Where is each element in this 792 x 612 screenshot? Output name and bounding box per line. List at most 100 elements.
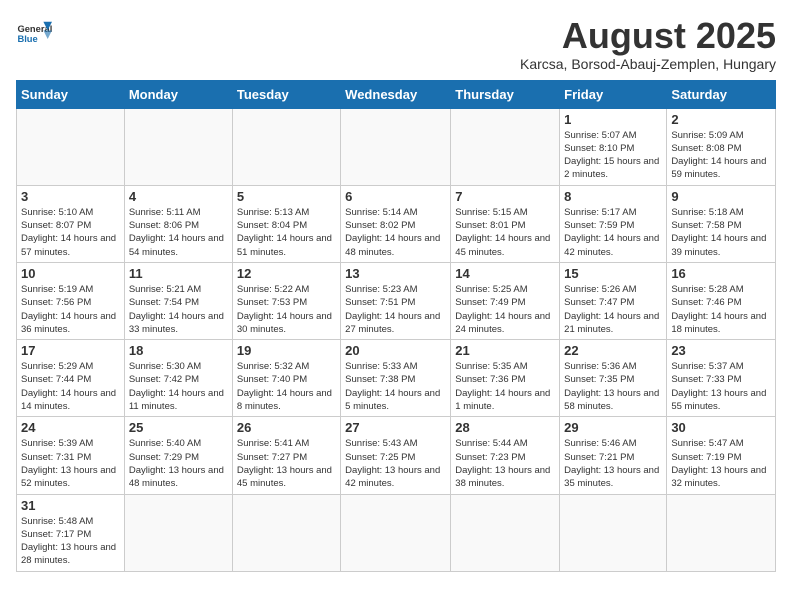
calendar-cell: 28Sunrise: 5:44 AM Sunset: 7:23 PM Dayli… — [451, 417, 560, 494]
day-info: Sunrise: 5:21 AM Sunset: 7:54 PM Dayligh… — [129, 283, 228, 336]
day-number: 23 — [671, 343, 771, 358]
calendar-cell: 31 Sunrise: 5:48 AM Sunset: 7:17 PM Dayli… — [17, 494, 125, 571]
day-number: 17 — [21, 343, 120, 358]
day-number: 25 — [129, 420, 228, 435]
day-info: Sunrise: 5:37 AM Sunset: 7:33 PM Dayligh… — [671, 360, 771, 413]
day-number: 31 — [21, 498, 120, 513]
calendar-cell: 12 Sunrise: 5:22 AM Sunset: 7:53 PM Dayli… — [232, 262, 340, 339]
day-number: 19 — [237, 343, 336, 358]
day-number: 1 — [564, 112, 662, 127]
calendar-cell: 16 Sunrise: 5:28 AM Sunset: 7:46 PM Dayli… — [667, 262, 776, 339]
calendar-cell: 25 Sunrise: 5:40 AM Sunset: 7:29 PM Dayli… — [124, 417, 232, 494]
logo: General Blue — [16, 16, 52, 52]
day-header-monday: Monday — [124, 80, 232, 108]
calendar-cell: 21Sunrise: 5:35 AM Sunset: 7:36 PM Dayli… — [451, 340, 560, 417]
calendar-cell — [17, 108, 125, 185]
calendar-cell: 6Sunrise: 5:14 AM Sunset: 8:02 PM Daylig… — [341, 185, 451, 262]
day-info: Sunrise: 5:30 AM Sunset: 7:42 PM Dayligh… — [129, 360, 228, 413]
calendar-week-1: 1 Sunrise: 5:07 AM Sunset: 8:10 PM Daylig… — [17, 108, 776, 185]
day-info: Sunrise: 5:29 AM Sunset: 7:44 PM Dayligh… — [21, 360, 120, 413]
day-info: Sunrise: 5:28 AM Sunset: 7:46 PM Dayligh… — [671, 283, 771, 336]
svg-text:Blue: Blue — [17, 34, 37, 44]
calendar-week-5: 24Sunrise: 5:39 AM Sunset: 7:31 PM Dayli… — [17, 417, 776, 494]
month-title: August 2025 — [520, 16, 776, 56]
day-number: 15 — [564, 266, 662, 281]
day-number: 28 — [455, 420, 555, 435]
calendar-cell — [232, 108, 340, 185]
day-header-sunday: Sunday — [17, 80, 125, 108]
calendar-cell — [451, 494, 560, 571]
calendar-cell: 5 Sunrise: 5:13 AM Sunset: 8:04 PM Daylig… — [232, 185, 340, 262]
calendar-cell: 11 Sunrise: 5:21 AM Sunset: 7:54 PM Dayli… — [124, 262, 232, 339]
calendar-cell: 1 Sunrise: 5:07 AM Sunset: 8:10 PM Daylig… — [560, 108, 667, 185]
day-info: Sunrise: 5:40 AM Sunset: 7:29 PM Dayligh… — [129, 437, 228, 490]
calendar-cell — [232, 494, 340, 571]
calendar-header-row: SundayMondayTuesdayWednesdayThursdayFrid… — [17, 80, 776, 108]
calendar-cell: 9 Sunrise: 5:18 AM Sunset: 7:58 PM Daylig… — [667, 185, 776, 262]
day-info: Sunrise: 5:17 AM Sunset: 7:59 PM Dayligh… — [564, 206, 662, 259]
calendar-cell: 7 Sunrise: 5:15 AM Sunset: 8:01 PM Daylig… — [451, 185, 560, 262]
calendar-cell: 3 Sunrise: 5:10 AM Sunset: 8:07 PM Daylig… — [17, 185, 125, 262]
calendar-week-6: 31 Sunrise: 5:48 AM Sunset: 7:17 PM Dayli… — [17, 494, 776, 571]
day-number: 12 — [237, 266, 336, 281]
day-info: Sunrise: 5:46 AM Sunset: 7:21 PM Dayligh… — [564, 437, 662, 490]
day-info: Sunrise: 5:11 AM Sunset: 8:06 PM Dayligh… — [129, 206, 228, 259]
day-info: Sunrise: 5:07 AM Sunset: 8:10 PM Dayligh… — [564, 129, 662, 182]
calendar-cell — [124, 108, 232, 185]
calendar-cell — [341, 108, 451, 185]
day-info: Sunrise: 5:15 AM Sunset: 8:01 PM Dayligh… — [455, 206, 555, 259]
day-info: Sunrise: 5:36 AM Sunset: 7:35 PM Dayligh… — [564, 360, 662, 413]
calendar-table: SundayMondayTuesdayWednesdayThursdayFrid… — [16, 80, 776, 572]
day-number: 9 — [671, 189, 771, 204]
title-area: August 2025 Karcsa, Borsod-Abauj-Zemplen… — [520, 16, 776, 72]
calendar-cell: 18 Sunrise: 5:30 AM Sunset: 7:42 PM Dayli… — [124, 340, 232, 417]
calendar-cell — [341, 494, 451, 571]
day-number: 4 — [129, 189, 228, 204]
day-number: 26 — [237, 420, 336, 435]
day-number: 29 — [564, 420, 662, 435]
day-info: Sunrise: 5:23 AM Sunset: 7:51 PM Dayligh… — [345, 283, 446, 336]
page-header: General Blue August 2025 Karcsa, Borsod-… — [16, 16, 776, 72]
day-header-friday: Friday — [560, 80, 667, 108]
calendar-cell: 23 Sunrise: 5:37 AM Sunset: 7:33 PM Dayli… — [667, 340, 776, 417]
day-number: 16 — [671, 266, 771, 281]
day-number: 8 — [564, 189, 662, 204]
day-info: Sunrise: 5:10 AM Sunset: 8:07 PM Dayligh… — [21, 206, 120, 259]
day-number: 22 — [564, 343, 662, 358]
calendar-cell: 29 Sunrise: 5:46 AM Sunset: 7:21 PM Dayli… — [560, 417, 667, 494]
day-number: 5 — [237, 189, 336, 204]
day-header-wednesday: Wednesday — [341, 80, 451, 108]
day-info: Sunrise: 5:39 AM Sunset: 7:31 PM Dayligh… — [21, 437, 120, 490]
day-number: 11 — [129, 266, 228, 281]
day-number: 2 — [671, 112, 771, 127]
day-info: Sunrise: 5:09 AM Sunset: 8:08 PM Dayligh… — [671, 129, 771, 182]
day-info: Sunrise: 5:48 AM Sunset: 7:17 PM Dayligh… — [21, 515, 120, 568]
calendar-cell: 10Sunrise: 5:19 AM Sunset: 7:56 PM Dayli… — [17, 262, 125, 339]
calendar-cell: 26 Sunrise: 5:41 AM Sunset: 7:27 PM Dayli… — [232, 417, 340, 494]
location-subtitle: Karcsa, Borsod-Abauj-Zemplen, Hungary — [520, 56, 776, 72]
calendar-week-4: 17 Sunrise: 5:29 AM Sunset: 7:44 PM Dayli… — [17, 340, 776, 417]
calendar-week-3: 10Sunrise: 5:19 AM Sunset: 7:56 PM Dayli… — [17, 262, 776, 339]
day-number: 30 — [671, 420, 771, 435]
day-number: 18 — [129, 343, 228, 358]
day-info: Sunrise: 5:33 AM Sunset: 7:38 PM Dayligh… — [345, 360, 446, 413]
calendar-cell — [451, 108, 560, 185]
calendar-cell: 20Sunrise: 5:33 AM Sunset: 7:38 PM Dayli… — [341, 340, 451, 417]
day-number: 21 — [455, 343, 555, 358]
day-info: Sunrise: 5:41 AM Sunset: 7:27 PM Dayligh… — [237, 437, 336, 490]
calendar-cell: 22 Sunrise: 5:36 AM Sunset: 7:35 PM Dayli… — [560, 340, 667, 417]
day-number: 14 — [455, 266, 555, 281]
day-info: Sunrise: 5:22 AM Sunset: 7:53 PM Dayligh… — [237, 283, 336, 336]
day-header-tuesday: Tuesday — [232, 80, 340, 108]
calendar-cell: 2 Sunrise: 5:09 AM Sunset: 8:08 PM Daylig… — [667, 108, 776, 185]
calendar-cell: 15 Sunrise: 5:26 AM Sunset: 7:47 PM Dayli… — [560, 262, 667, 339]
day-info: Sunrise: 5:13 AM Sunset: 8:04 PM Dayligh… — [237, 206, 336, 259]
day-info: Sunrise: 5:19 AM Sunset: 7:56 PM Dayligh… — [21, 283, 120, 336]
day-number: 3 — [21, 189, 120, 204]
day-info: Sunrise: 5:18 AM Sunset: 7:58 PM Dayligh… — [671, 206, 771, 259]
calendar-cell — [560, 494, 667, 571]
day-info: Sunrise: 5:26 AM Sunset: 7:47 PM Dayligh… — [564, 283, 662, 336]
day-info: Sunrise: 5:14 AM Sunset: 8:02 PM Dayligh… — [345, 206, 446, 259]
day-header-saturday: Saturday — [667, 80, 776, 108]
day-number: 7 — [455, 189, 555, 204]
